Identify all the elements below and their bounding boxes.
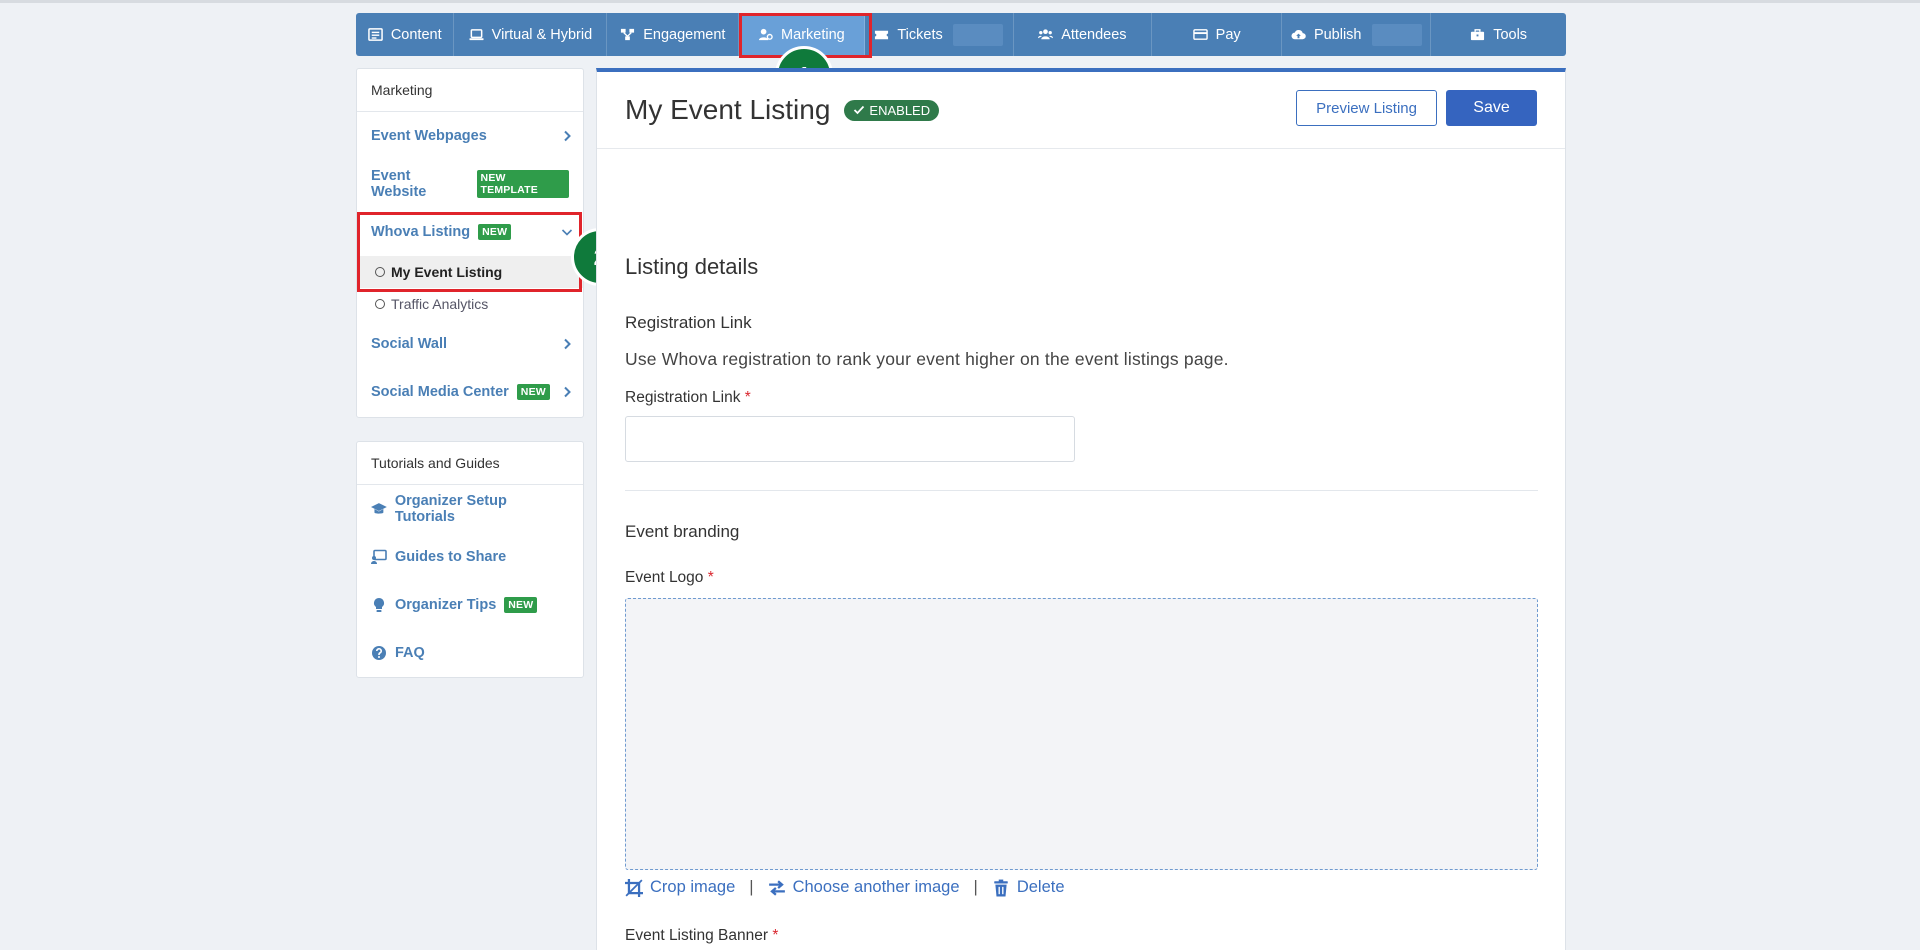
nav-tools-label: Tools [1493, 26, 1528, 43]
redacted-area [1371, 23, 1422, 46]
nav-content[interactable]: Content [356, 13, 455, 56]
nav-publish[interactable]: Publish [1282, 13, 1432, 56]
guide-label: FAQ [395, 645, 425, 661]
page-title: My Event Listing [625, 94, 831, 125]
guide-label: Organizer Tips [395, 597, 497, 613]
nav-tickets[interactable]: Tickets [865, 13, 1014, 56]
field-label-text: Event Logo [625, 569, 704, 586]
registration-link-label: Registration Link * [625, 389, 751, 407]
nav-pay[interactable]: Pay [1152, 13, 1283, 56]
field-label-text: Event Listing Banner [625, 927, 769, 944]
listing-details-heading: Listing details [625, 254, 759, 279]
sidebar-item-label: Event Website [371, 168, 427, 200]
preview-listing-button[interactable]: Preview Listing [1296, 90, 1437, 126]
new-template-badge: NEW TEMPLATE [476, 170, 569, 198]
divider [625, 490, 1538, 491]
chevron-right-icon [564, 338, 571, 350]
nav-pay-label: Pay [1215, 26, 1241, 43]
card-icon [1192, 29, 1208, 40]
field-label-text: Registration Link [625, 389, 741, 406]
separator: | [749, 878, 754, 896]
registration-link-heading: Registration Link [625, 313, 752, 332]
required-mark: * [707, 569, 714, 586]
network-icon [621, 28, 635, 41]
sidebar-item-social-media-center[interactable]: Social Media Center NEW [357, 368, 583, 416]
registration-description: Use Whova registration to rank your even… [625, 349, 1229, 369]
sidebar-item-label: Social Media Center [371, 384, 509, 400]
sidebar-item-label: Social Wall [371, 336, 448, 352]
list-icon [368, 28, 383, 41]
choose-another-label: Choose another image [792, 878, 960, 896]
delete-image-link[interactable]: Delete [992, 878, 1065, 897]
nav-attendees[interactable]: Attendees [1014, 13, 1153, 56]
image-actions: Crop image | Choose another image | Dele… [625, 878, 1065, 897]
question-circle-icon [372, 646, 386, 660]
sidebar-item-event-website[interactable]: Event Website NEW TEMPLATE [357, 160, 583, 208]
sidebar-subitem-label: Traffic Analytics [391, 296, 489, 312]
delete-label: Delete [1016, 878, 1065, 896]
registration-link-input[interactable] [625, 416, 1075, 462]
sidebar-title: Marketing [357, 69, 583, 112]
guide-guides-to-share[interactable]: Guides to Share [357, 533, 583, 581]
graduation-cap-icon [371, 503, 387, 514]
lightbulb-icon [374, 598, 384, 612]
event-logo-label: Event Logo * [625, 569, 714, 587]
nav-tickets-label: Tickets [897, 26, 943, 43]
crop-image-link[interactable]: Crop image [625, 878, 735, 897]
nav-content-label: Content [390, 26, 442, 43]
nav-publish-label: Publish [1313, 26, 1362, 43]
guide-faq[interactable]: FAQ [357, 629, 583, 677]
guides-title: Tutorials and Guides [357, 442, 583, 485]
guide-label: Organizer Setup Tutorials [394, 493, 507, 525]
sidebar-item-social-wall[interactable]: Social Wall [357, 320, 583, 368]
circle-icon [375, 299, 385, 309]
nav-attendees-label: Attendees [1061, 26, 1127, 43]
crop-image-label: Crop image [650, 878, 736, 896]
group-icon [1038, 29, 1054, 40]
sidebar-item-event-webpages[interactable]: Event Webpages [357, 112, 583, 160]
crop-icon [625, 878, 643, 897]
event-logo-dropzone[interactable] [625, 598, 1538, 870]
guide-organizer-tips[interactable]: Organizer Tips NEW [357, 581, 583, 629]
check-icon [854, 105, 865, 115]
presentation-icon [371, 549, 387, 564]
guide-label: Guides to Share [395, 549, 507, 565]
laptop-icon [469, 29, 484, 41]
chevron-right-icon [564, 386, 571, 398]
chevron-right-icon [564, 130, 571, 142]
main-panel: My Event Listing ENABLED Preview Listing… [596, 68, 1566, 950]
event-listing-banner-label: Event Listing Banner * [625, 927, 778, 945]
required-mark: * [744, 389, 751, 406]
required-mark: * [772, 927, 779, 944]
new-badge: NEW [504, 597, 538, 613]
sidebar-item-label: Event Webpages [371, 128, 487, 144]
exchange-icon [768, 879, 785, 896]
cloud-upload-icon [1291, 30, 1306, 40]
nav-engagement-label: Engagement [643, 26, 726, 43]
main-header: My Event Listing ENABLED Preview Listing… [597, 72, 1565, 149]
top-navigation: Content Virtual & Hybrid Engagement Mark… [356, 13, 1566, 56]
status-label: ENABLED [869, 102, 931, 118]
save-button[interactable]: Save [1446, 90, 1537, 126]
separator: | [973, 878, 978, 896]
new-badge: NEW [516, 384, 550, 400]
sidebar-guides-panel: Tutorials and Guides Organizer Setup Tut… [356, 441, 584, 678]
event-branding-heading: Event branding [625, 522, 740, 541]
nav-virtual-hybrid[interactable]: Virtual & Hybrid [454, 13, 608, 56]
nav-engagement[interactable]: Engagement [607, 13, 740, 56]
redacted-area [952, 23, 1003, 46]
ticket-icon [875, 30, 889, 40]
nav-virtual-hybrid-label: Virtual & Hybrid [491, 26, 593, 43]
highlight-whova-listing [357, 212, 582, 292]
choose-another-image-link[interactable]: Choose another image [768, 878, 960, 897]
toolbox-icon [1471, 29, 1485, 41]
status-badge: ENABLED [844, 99, 940, 121]
sidebar-subitem-traffic-analytics[interactable]: Traffic Analytics [357, 288, 583, 320]
guide-setup-tutorials[interactable]: Organizer Setup Tutorials [357, 485, 583, 533]
trash-icon [994, 879, 1008, 896]
top-border [0, 0, 1920, 3]
nav-tools[interactable]: Tools [1431, 13, 1566, 56]
